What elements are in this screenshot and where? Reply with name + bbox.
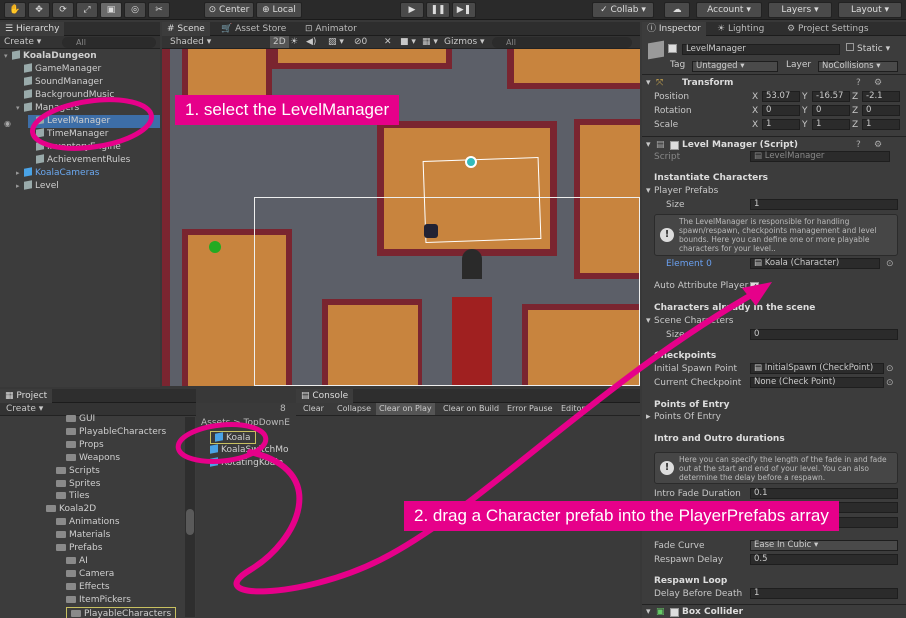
callout-step1: 1. select the LevelManager <box>175 95 400 125</box>
callout-step2: 2. drag a Character prefab into the Play… <box>404 501 839 531</box>
highlight-koala-circle <box>175 422 269 464</box>
highlight-levelmanager-circle <box>29 97 155 151</box>
drag-arrow-head <box>742 282 772 306</box>
drag-arrow-path <box>233 287 763 595</box>
